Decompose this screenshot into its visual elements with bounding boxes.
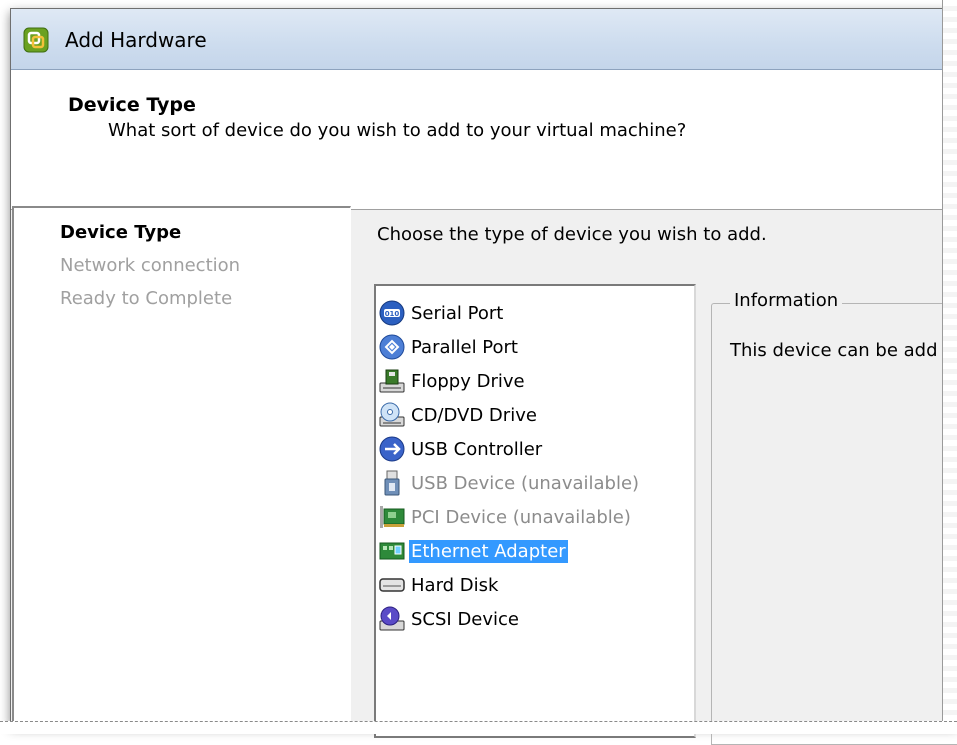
usb-device-icon	[384, 470, 400, 496]
nav-step-device-type[interactable]: Device Type	[60, 222, 181, 243]
device-item-usb-device: USB Device (unavailable)	[378, 468, 641, 498]
wizard-steps-panel: Device Type Network connection Ready to …	[12, 206, 351, 728]
device-item-hard-disk[interactable]: Hard Disk	[378, 570, 500, 600]
vsphere-logo-icon	[23, 27, 49, 53]
information-groupbox	[711, 303, 957, 745]
svg-text:010: 010	[385, 310, 400, 318]
nav-step-ready-to-complete: Ready to Complete	[60, 288, 233, 309]
device-item-parallel-port[interactable]: Parallel Port	[378, 332, 520, 362]
pci-device-icon	[380, 506, 405, 528]
ethernet-adapter-icon	[379, 542, 405, 560]
device-item-cd-dvd-drive[interactable]: CD/DVD Drive	[378, 400, 539, 430]
device-label: USB Device (unavailable)	[411, 472, 640, 494]
device-item-serial-port[interactable]: 010 Serial Port	[378, 298, 505, 328]
device-item-floppy-drive[interactable]: Floppy Drive	[378, 366, 527, 396]
nav-step-network-connection: Network connection	[60, 255, 241, 276]
serial-port-icon: 010	[379, 300, 405, 326]
device-item-ethernet-adapter[interactable]: Ethernet Adapter	[378, 536, 568, 566]
device-label: Serial Port	[411, 302, 504, 324]
device-item-pci-device: PCI Device (unavailable)	[378, 502, 633, 532]
device-label: SCSI Device	[411, 608, 520, 630]
device-type-list[interactable]: 010 Serial Port Parallel Port Floppy Dri…	[374, 284, 696, 738]
device-label: CD/DVD Drive	[411, 404, 537, 426]
usb-controller-icon	[379, 436, 405, 462]
device-label: Floppy Drive	[411, 370, 525, 392]
device-label: Ethernet Adapter	[409, 539, 568, 563]
device-label: USB Controller	[411, 438, 543, 460]
parallel-port-icon	[379, 334, 405, 360]
device-item-scsi-device[interactable]: SCSI Device	[378, 604, 521, 634]
device-label: Hard Disk	[411, 574, 499, 596]
floppy-drive-icon	[379, 369, 405, 393]
device-item-usb-controller[interactable]: USB Controller	[378, 434, 544, 464]
device-label: PCI Device (unavailable)	[411, 506, 631, 528]
hard-disk-icon	[379, 578, 405, 592]
information-text: This device can be add	[730, 340, 938, 361]
page-title: Device Type	[68, 94, 196, 116]
device-prompt: Choose the type of device you wish to ad…	[377, 224, 767, 245]
torn-edge-right	[942, 0, 957, 734]
device-label: Parallel Port	[411, 336, 518, 358]
wizard-header: Device Type What sort of device do you w…	[11, 70, 957, 210]
title-bar[interactable]: Add Hardware	[11, 9, 957, 70]
scsi-device-icon	[379, 606, 405, 631]
cd-dvd-drive-icon	[379, 402, 405, 427]
torn-edge-bottom	[0, 721, 957, 734]
window-title: Add Hardware	[65, 28, 207, 52]
page-subtitle: What sort of device do you wish to add t…	[108, 120, 687, 141]
information-legend: Information	[730, 290, 843, 311]
